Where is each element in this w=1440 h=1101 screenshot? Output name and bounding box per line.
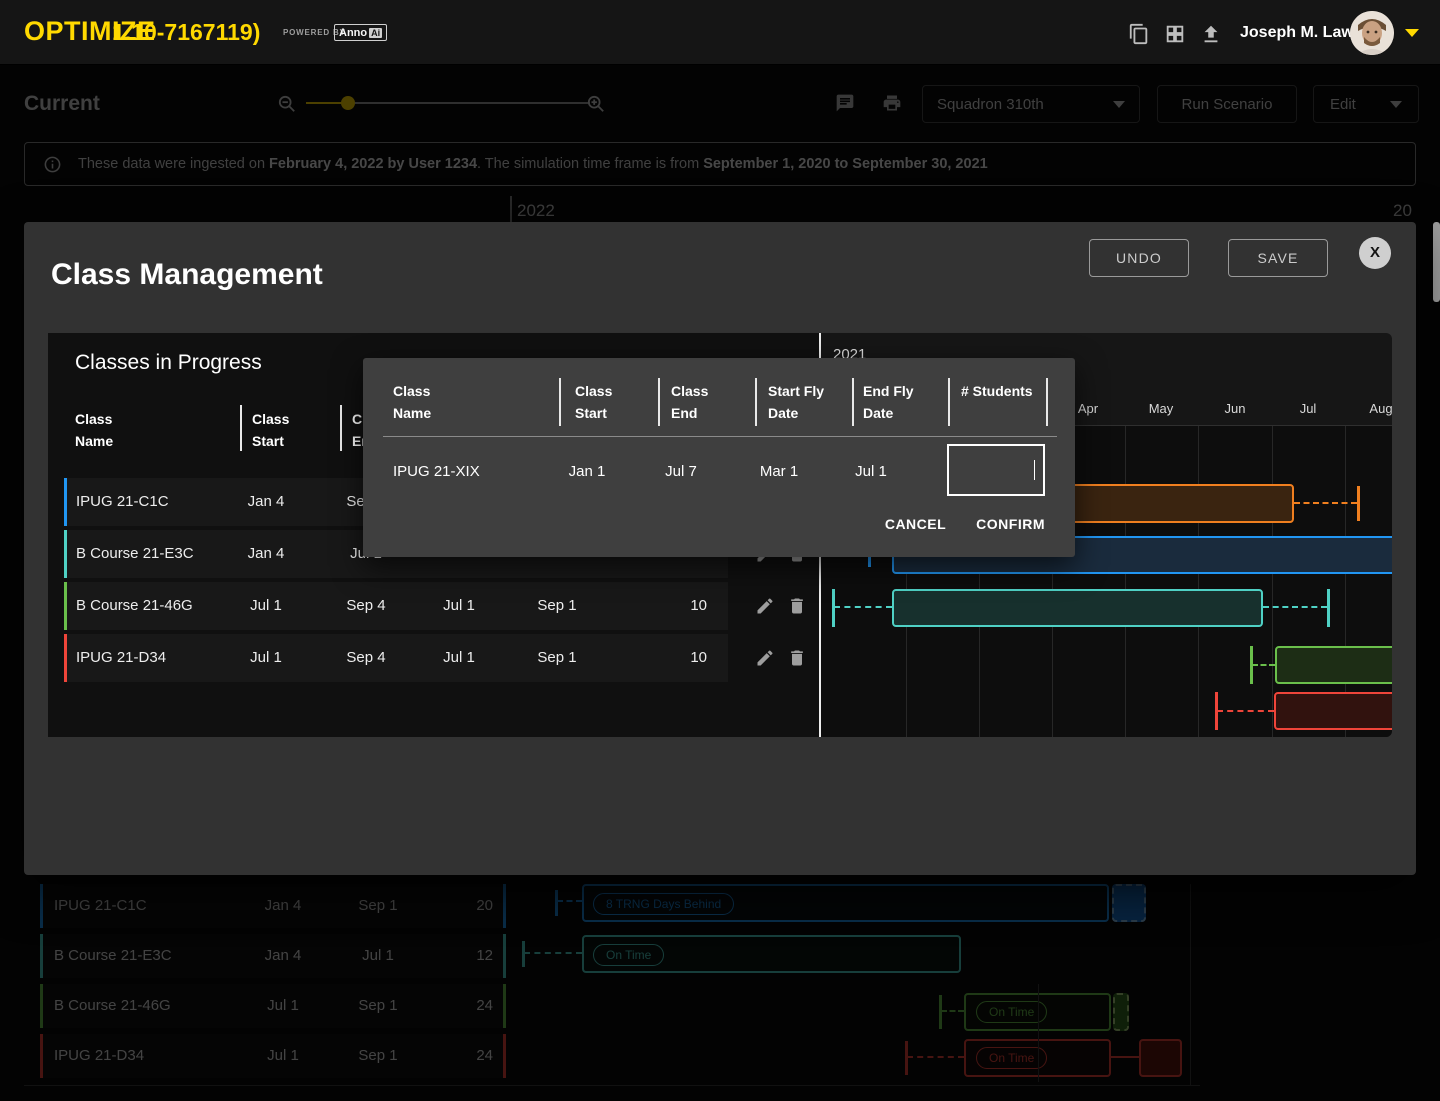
popup-header-class-name: Class Name bbox=[393, 380, 431, 424]
upload-icon[interactable] bbox=[1200, 23, 1222, 45]
month-label: May bbox=[1131, 401, 1191, 416]
class-row[interactable]: IPUG 21-D34 Jul 1 Sep 4 Jul 1 Sep 1 10 bbox=[64, 634, 728, 682]
popup-fly-start[interactable]: Mar 1 bbox=[739, 463, 819, 480]
save-button[interactable]: SAVE bbox=[1228, 239, 1328, 277]
edit-pencil-icon[interactable] bbox=[755, 648, 775, 668]
header-separator bbox=[559, 378, 561, 426]
edit-class-popup: Class Name Class Start Class End Start F… bbox=[363, 358, 1075, 557]
gantt-dash bbox=[1217, 710, 1274, 712]
header-separator bbox=[755, 378, 757, 426]
app-version: 1.10-7167119) bbox=[112, 19, 260, 46]
header-separator bbox=[658, 378, 660, 426]
gantt-cap bbox=[832, 589, 835, 627]
brand-logo: Anno Ai bbox=[334, 24, 387, 41]
header-separator bbox=[240, 405, 242, 451]
gantt-cap bbox=[1327, 589, 1330, 627]
popup-header-fly-start: Start Fly Date bbox=[768, 380, 824, 424]
header-separator bbox=[852, 378, 854, 426]
gantt-dash bbox=[1252, 664, 1275, 666]
confirm-button[interactable]: CONFIRM bbox=[976, 516, 1045, 532]
popup-class-name: IPUG 21-XIX bbox=[393, 463, 480, 480]
popup-class-start[interactable]: Jan 1 bbox=[547, 463, 627, 480]
month-label: Jul bbox=[1278, 401, 1338, 416]
avatar[interactable] bbox=[1350, 11, 1394, 55]
col-header-class-name: Class Name bbox=[75, 408, 113, 452]
header-separator bbox=[1046, 378, 1048, 426]
header-separator bbox=[340, 405, 342, 451]
gantt-dash bbox=[834, 606, 892, 608]
modal-title: Class Management bbox=[51, 258, 323, 292]
scrollbar[interactable] bbox=[1433, 222, 1440, 302]
students-input[interactable] bbox=[947, 444, 1045, 496]
copy-layers-icon[interactable] bbox=[1128, 23, 1150, 45]
popup-class-end[interactable]: Jul 7 bbox=[641, 463, 721, 480]
popup-header-students: # Students bbox=[961, 380, 1033, 402]
close-button[interactable]: X bbox=[1359, 237, 1391, 269]
grid-apps-icon[interactable] bbox=[1164, 23, 1186, 45]
brand-name: Anno bbox=[339, 27, 367, 39]
month-label: Jun bbox=[1205, 401, 1265, 416]
gantt-bar-red[interactable] bbox=[1274, 692, 1392, 730]
app-bar: OPTIMIZE 1.10-7167119) POWERED BY Anno A… bbox=[0, 0, 1440, 65]
undo-button[interactable]: UNDO bbox=[1089, 239, 1189, 277]
gantt-dash bbox=[1294, 502, 1357, 504]
app-root: OPTIMIZE 1.10-7167119) POWERED BY Anno A… bbox=[0, 0, 1440, 1101]
edit-pencil-icon[interactable] bbox=[755, 596, 775, 616]
month-label: Aug bbox=[1351, 401, 1392, 416]
popup-divider bbox=[383, 436, 1057, 437]
text-cursor bbox=[1034, 460, 1036, 480]
avatar-image bbox=[1350, 11, 1394, 55]
header-separator bbox=[948, 378, 950, 426]
popup-header-class-end: Class End bbox=[671, 380, 708, 424]
user-menu-caret-icon[interactable] bbox=[1405, 29, 1419, 37]
delete-trash-icon[interactable] bbox=[787, 648, 807, 668]
gantt-bar-b-course-21-46g[interactable] bbox=[892, 589, 1263, 627]
popup-header-class-start: Class Start bbox=[575, 380, 612, 424]
delete-trash-icon[interactable] bbox=[787, 596, 807, 616]
user-name[interactable]: Joseph M. Law bbox=[1240, 24, 1354, 42]
popup-fly-end[interactable]: Jul 1 bbox=[831, 463, 911, 480]
gantt-cap bbox=[1357, 486, 1360, 521]
col-header-class-start: Class Start bbox=[252, 408, 289, 452]
gantt-dash bbox=[1263, 606, 1327, 608]
gantt-bar-ipug-21-d34[interactable] bbox=[1275, 646, 1392, 684]
class-row[interactable]: B Course 21-46G Jul 1 Sep 4 Jul 1 Sep 1 … bbox=[64, 582, 728, 630]
popup-header-fly-end: End Fly Date bbox=[863, 380, 914, 424]
popup-actions: CANCEL CONFIRM bbox=[885, 516, 1045, 532]
panel-title: Classes in Progress bbox=[75, 351, 262, 375]
brand-suffix: Ai bbox=[369, 28, 382, 38]
cancel-button[interactable]: CANCEL bbox=[885, 516, 946, 532]
